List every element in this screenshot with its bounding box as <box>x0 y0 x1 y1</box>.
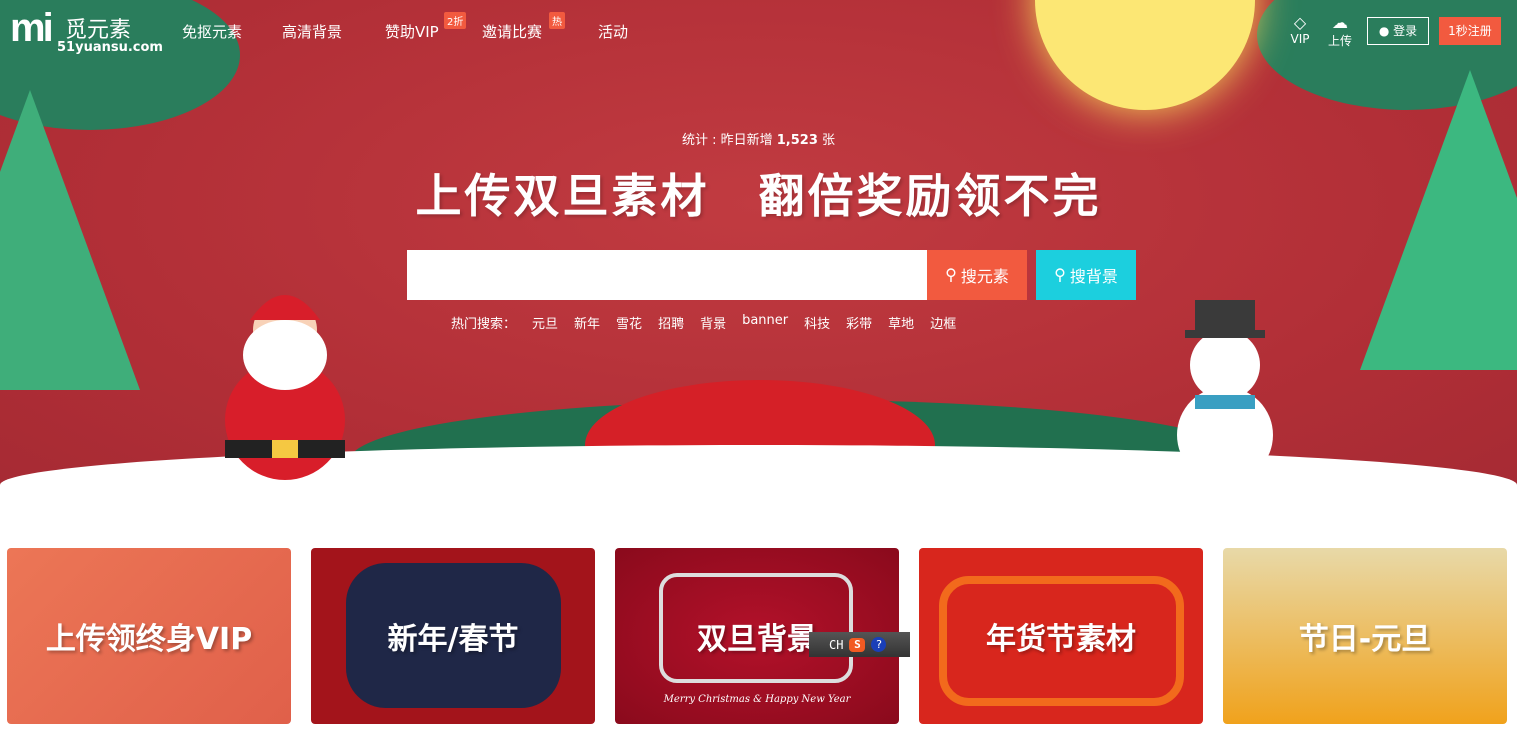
carousel-dot[interactable]: 6 <box>854 458 886 490</box>
hot-search-link[interactable]: 新年 <box>574 313 600 332</box>
hot-search-link[interactable]: 雪花 <box>616 313 642 332</box>
login-label: 登录 <box>1393 24 1418 38</box>
santa-illustration <box>225 295 345 480</box>
hot-searches: 热门搜索： 元旦 新年 雪花 招聘 背景 banner 科技 彩带 草地 边框 <box>451 313 956 332</box>
nav-label: 邀请比赛 <box>482 23 543 41</box>
stats-text: 统计 : 昨日新增 1,523 张 <box>0 129 1517 148</box>
hot-search-link[interactable]: 招聘 <box>658 313 684 332</box>
top-navigation: mi 觅元素 51yuansu.com 免抠元素 高清背景 赞助VIP 2折 邀请… <box>0 0 1517 60</box>
carousel-dot[interactable]: 2 <box>694 458 726 490</box>
card-new-year-goods[interactable]: 年货节素材 <box>919 548 1203 724</box>
carousel-dot[interactable]: 5 <box>814 458 846 490</box>
stats-suffix: 张 <box>817 133 836 148</box>
search-icon: ⚲ <box>1054 267 1066 284</box>
logo-domain: 51yuansu.com <box>57 40 163 55</box>
search-icon: ⚲ <box>945 267 957 284</box>
nav-label: 高清背景 <box>282 23 343 41</box>
nav-label: 赞助VIP <box>385 23 439 41</box>
nav-item-free-elements[interactable]: 免抠元素 <box>182 21 242 42</box>
nav-label: 活动 <box>598 23 629 41</box>
card-new-year-spring[interactable]: 新年/春节 <box>311 548 595 724</box>
button-label: 搜背景 <box>1069 269 1118 286</box>
carousel-dot[interactable]: 1 <box>654 458 686 490</box>
logo-mark: mi <box>10 6 54 50</box>
hot-search-link[interactable]: 边框 <box>930 313 956 332</box>
snowman-illustration <box>1177 300 1273 483</box>
stats-prefix: 统计 : 昨日新增 <box>681 133 777 148</box>
ime-mode[interactable]: CH <box>829 638 843 652</box>
carousel-pagination: 1 2 3 4 5 6 <box>654 458 886 490</box>
card-title: 年货节素材 <box>986 622 1136 657</box>
search-elements-button[interactable]: ⚲ 搜元素 <box>927 250 1027 300</box>
hot-badge: 热 <box>549 12 565 29</box>
sogou-icon[interactable]: S <box>849 637 866 652</box>
nav-item-invite-contest[interactable]: 邀请比赛热 <box>482 12 565 42</box>
ime-toolbar[interactable]: CH S ? <box>809 632 910 657</box>
qq-icon: ● <box>1378 24 1390 38</box>
hot-search-link[interactable]: 彩带 <box>846 313 872 332</box>
card-title: 双旦背景 <box>697 622 817 657</box>
vip-label: VIP <box>1290 32 1310 46</box>
upload-link[interactable]: ☁ 上传 <box>1325 14 1355 49</box>
hot-search-link[interactable]: banner <box>742 313 788 332</box>
register-button[interactable]: 1秒注册 <box>1439 17 1501 45</box>
card-title: 新年/春节 <box>387 622 519 657</box>
search-input[interactable] <box>407 250 927 300</box>
card-subtitle: Merry Christmas & Happy New Year <box>663 694 851 705</box>
hot-search-link[interactable]: 草地 <box>888 313 914 332</box>
card-festival-new-year[interactable]: 节日-元旦 <box>1223 548 1507 724</box>
button-label: 搜元素 <box>960 269 1009 286</box>
nav-item-sponsor-vip[interactable]: 赞助VIP 2折 <box>385 12 467 42</box>
diamond-icon: ◇ <box>1293 13 1307 32</box>
stats-count: 1,523 <box>776 133 818 148</box>
help-icon[interactable]: ? <box>871 637 887 652</box>
hot-search-label: 热门搜索： <box>451 317 517 332</box>
hot-search-link[interactable]: 背景 <box>700 313 726 332</box>
card-title: 节日-元旦 <box>1298 622 1432 657</box>
card-upload-vip[interactable]: 上传领终身VIP <box>7 548 291 724</box>
hot-search-link[interactable]: 元旦 <box>532 313 558 332</box>
cloud-upload-icon: ☁ <box>1332 13 1348 32</box>
upload-label: 上传 <box>1327 34 1352 48</box>
discount-badge: 2折 <box>444 12 467 29</box>
carousel-dot[interactable]: 3 <box>734 458 766 490</box>
vip-link[interactable]: ◇ VIP <box>1285 13 1315 47</box>
login-button[interactable]: ● 登录 <box>1367 17 1429 45</box>
card-title: 上传领终身VIP <box>45 622 253 657</box>
search-backgrounds-button[interactable]: ⚲ 搜背景 <box>1036 250 1136 300</box>
carousel-dot[interactable]: 4 <box>774 458 806 490</box>
nav-item-activities[interactable]: 活动 <box>598 21 628 42</box>
nav-item-hd-backgrounds[interactable]: 高清背景 <box>282 21 342 42</box>
hot-search-link[interactable]: 科技 <box>804 313 830 332</box>
hero-headline: 上传双旦素材 翻倍奖励领不完 <box>415 169 1102 223</box>
nav-label: 免抠元素 <box>182 23 243 41</box>
